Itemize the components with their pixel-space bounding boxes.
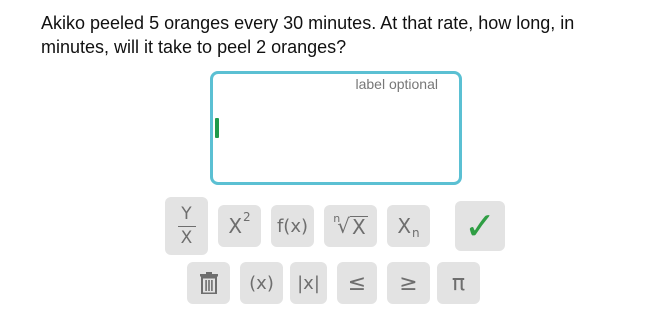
function-label: f(x)	[276, 215, 309, 237]
subscript-index: n	[412, 226, 420, 240]
fraction-key[interactable]: Y X	[165, 197, 208, 255]
checkmark-icon: ✓	[464, 204, 496, 248]
parentheses-key[interactable]: (x)	[240, 262, 283, 304]
trash-icon	[199, 272, 218, 294]
absolute-value-key[interactable]: |x|	[290, 262, 327, 304]
power-key[interactable]: X2	[218, 205, 261, 247]
subscript-base: X	[397, 214, 412, 238]
pi-key[interactable]: π	[437, 262, 480, 304]
delete-key[interactable]	[187, 262, 230, 304]
parentheses-label: (x)	[249, 272, 274, 294]
question-text: Akiko peeled 5 oranges every 30 minutes.…	[41, 13, 575, 57]
function-key[interactable]: f(x)	[271, 205, 314, 247]
power-base: X	[228, 214, 243, 238]
fraction-numerator: Y	[181, 203, 192, 224]
text-caret	[215, 118, 219, 138]
label-optional-hint[interactable]: label optional	[355, 76, 438, 92]
power-exponent: 2	[243, 210, 251, 224]
less-equal-label: ≤	[347, 270, 367, 296]
greater-equal-label: ≥	[399, 270, 418, 296]
root-radicand: X	[350, 214, 368, 239]
answer-input[interactable]: label optional	[210, 71, 462, 185]
fraction-bar	[177, 225, 196, 227]
submit-button[interactable]: ✓	[455, 201, 505, 251]
greater-equal-key[interactable]: ≥	[387, 262, 430, 304]
fraction-denominator: X	[180, 227, 193, 248]
less-equal-key[interactable]: ≤	[337, 262, 377, 304]
math-question-page: Akiko peeled 5 oranges every 30 minutes.…	[0, 0, 661, 318]
root-index: n	[333, 211, 341, 225]
pi-label: π	[451, 270, 466, 296]
absolute-value-label: |x|	[297, 272, 320, 294]
subscript-key[interactable]: Xn	[387, 205, 430, 247]
nth-root-symbol: n √ X	[333, 211, 368, 239]
nth-root-key[interactable]: n √ X	[324, 205, 377, 247]
